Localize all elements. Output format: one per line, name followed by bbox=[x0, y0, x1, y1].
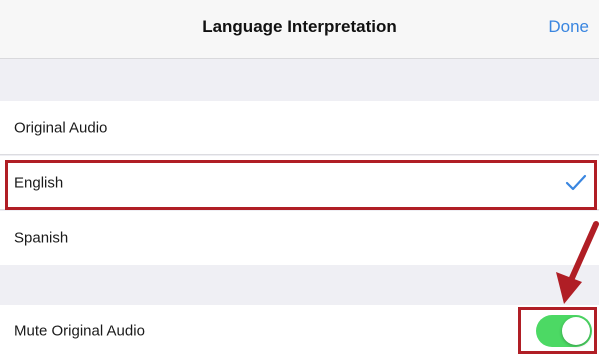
option-original-audio[interactable]: Original Audio bbox=[0, 101, 599, 155]
toggle-highlight-box bbox=[518, 307, 597, 354]
mute-original-audio-row: Mute Original Audio bbox=[0, 305, 599, 356]
option-label: Original Audio bbox=[14, 119, 108, 136]
mute-label: Mute Original Audio bbox=[14, 322, 145, 339]
page-title: Language Interpretation bbox=[202, 17, 397, 36]
section-spacer bbox=[0, 265, 599, 305]
navigation-bar: Language Interpretation Done bbox=[0, 0, 599, 59]
option-spanish[interactable]: Spanish bbox=[0, 211, 599, 265]
done-button[interactable]: Done bbox=[548, 17, 589, 37]
option-label: Spanish bbox=[14, 229, 69, 247]
checkmark-icon bbox=[565, 174, 587, 190]
option-english[interactable]: English bbox=[0, 156, 599, 210]
option-label: English bbox=[14, 174, 64, 191]
section-spacer bbox=[0, 59, 599, 101]
